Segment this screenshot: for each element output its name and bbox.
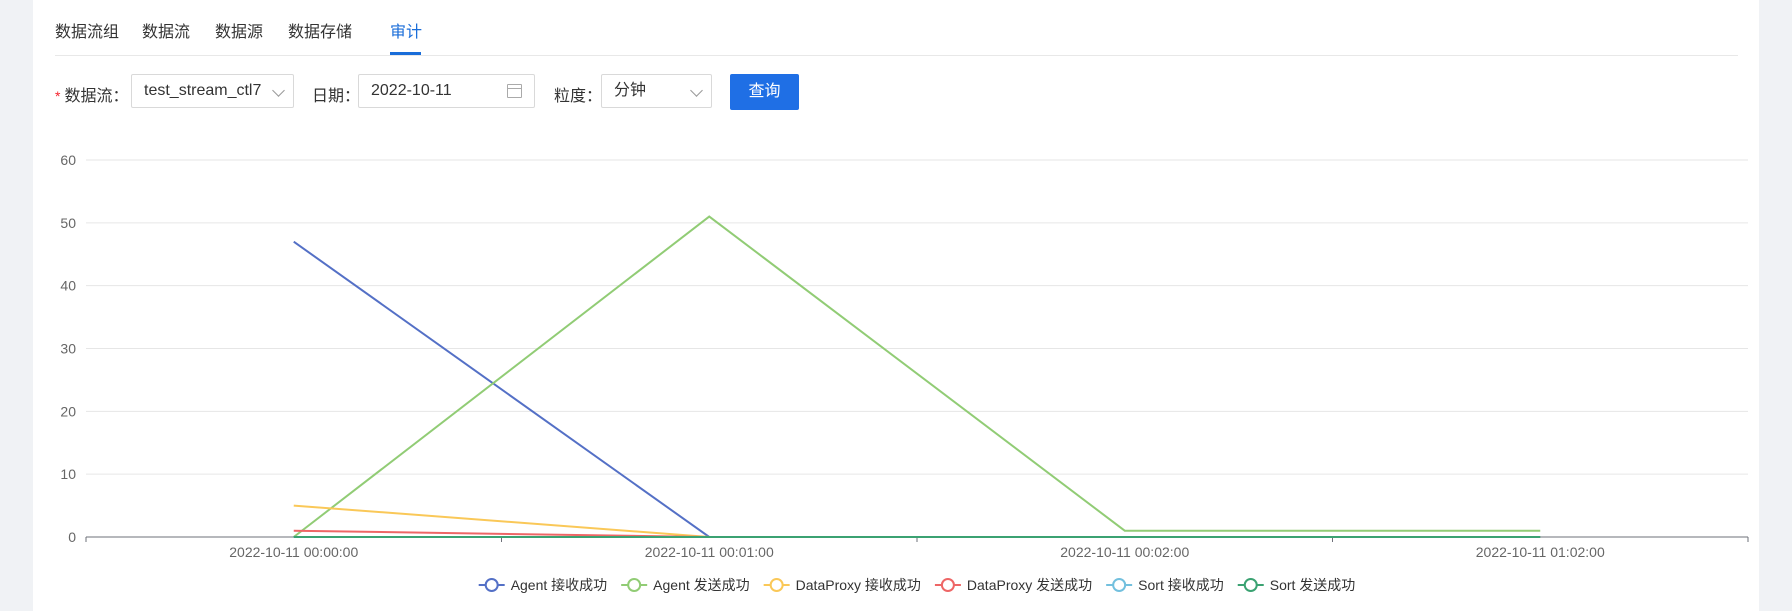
y-tick-label: 50 [60,215,76,231]
y-tick-label: 60 [60,152,76,168]
legend-item[interactable]: Sort 接收成功 [1106,577,1224,593]
legend-label: Sort 接收成功 [1138,577,1224,593]
y-tick-label: 10 [60,466,76,482]
x-tick-label: 2022-10-11 00:01:00 [645,544,774,560]
legend-marker [484,578,499,592]
x-tick-label: 2022-10-11 01:02:00 [1476,544,1605,560]
legend-marker [940,578,955,592]
x-tick-label: 2022-10-11 00:00:00 [229,544,358,560]
legend-marker [1243,578,1258,592]
legend-label: DataProxy 发送成功 [967,577,1092,593]
legend-label: Agent 接收成功 [511,577,607,593]
legend-item[interactable]: Agent 发送成功 [621,577,750,593]
legend-marker [769,578,784,592]
audit-line-chart: 0 10 20 30 40 50 60 2022-10-11 00:00:00 2022-10-… [60,152,1749,593]
legend-marker [1112,578,1127,592]
y-tick-label: 30 [60,341,76,357]
x-tick-label: 2022-10-11 00:02:00 [1060,544,1189,560]
y-tick-label: 40 [60,278,76,294]
legend-label: Sort 发送成功 [1270,577,1356,593]
legend-item[interactable]: Agent 接收成功 [478,577,607,593]
series-line-1 [293,215,1541,538]
y-tick-label: 20 [60,403,76,419]
series-line-2 [293,504,1541,538]
legend-item[interactable]: DataProxy 接收成功 [763,577,921,593]
y-tick-label: 0 [68,529,76,545]
legend-label: DataProxy 接收成功 [796,577,921,593]
legend-item[interactable]: Sort 发送成功 [1237,577,1356,593]
legend-item[interactable]: DataProxy 发送成功 [934,577,1092,593]
legend-marker [627,578,642,592]
legend-label: Agent 发送成功 [653,577,749,593]
